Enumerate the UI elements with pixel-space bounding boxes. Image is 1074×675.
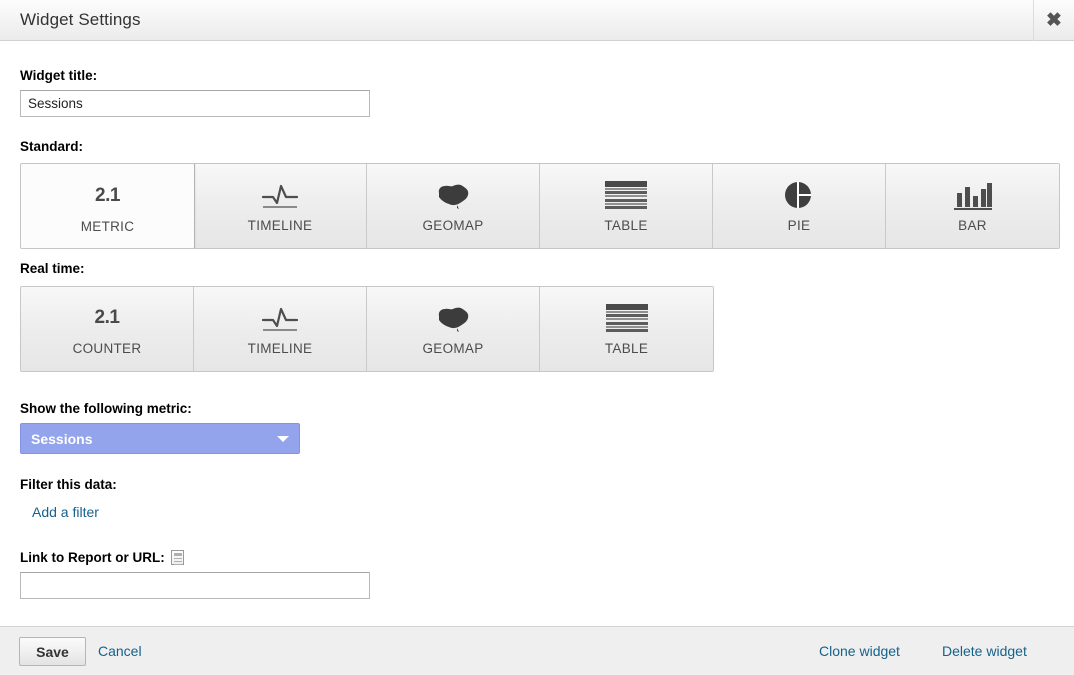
widget-type-table-button[interactable]: TABLE <box>540 287 713 371</box>
standard-section-label: Standard: <box>20 139 84 154</box>
link-to-report-row: Link to Report or URL: <box>20 549 184 567</box>
widget-type-pie-button[interactable]: PIE <box>713 164 886 248</box>
metric-number-glyph: 2.1 <box>95 185 120 206</box>
number-2-1-icon: 2.1 <box>95 179 120 213</box>
table-grid-icon <box>605 301 648 335</box>
widget-type-timeline-button[interactable]: TIMELINE <box>194 164 367 248</box>
widget-type-label: TABLE <box>604 341 649 356</box>
save-button[interactable]: Save <box>19 637 86 666</box>
dialog-title: Widget Settings <box>20 10 141 29</box>
widget-type-label: TABLE <box>604 218 648 233</box>
link-to-report-label: Link to Report or URL: <box>20 550 165 565</box>
line-chart-icon <box>259 178 301 212</box>
metric-select-label: Show the following metric: <box>20 401 192 416</box>
bar-chart-icon <box>953 178 993 212</box>
widget-type-label: BAR <box>958 218 987 233</box>
widget-type-label: COUNTER <box>72 341 142 356</box>
widget-type-label: GEOMAP <box>422 218 484 233</box>
australia-map-icon <box>431 178 475 212</box>
dialog-footer: Save Cancel Clone widget Delete widget <box>0 626 1074 675</box>
australia-map-icon <box>431 301 475 335</box>
widget-type-label: METRIC <box>80 219 135 234</box>
widget-type-label: TIMELINE <box>247 341 313 356</box>
filter-section-label: Filter this data: <box>20 477 117 492</box>
cancel-link[interactable]: Cancel <box>98 643 142 659</box>
number-2-1-icon: 2.1 <box>95 301 120 335</box>
table-grid-icon <box>605 178 647 212</box>
pie-chart-icon <box>781 178 817 212</box>
metric-number-glyph: 2.1 <box>94 307 120 328</box>
report-document-icon[interactable] <box>170 550 184 565</box>
realtime-widget-type-group: 2.1 COUNTER TIMELINE GEOMAP TABLE <box>20 286 714 372</box>
chevron-down-icon <box>277 435 289 442</box>
widget-type-counter-button[interactable]: 2.1 COUNTER <box>21 287 194 371</box>
realtime-section-label: Real time: <box>20 261 85 276</box>
widget-type-geomap-button[interactable]: GEOMAP <box>367 164 540 248</box>
dialog-body: Widget title: Standard: 2.1 METRIC TIMELIN… <box>0 41 1074 626</box>
link-to-report-input[interactable] <box>20 572 370 599</box>
standard-widget-type-group: 2.1 METRIC TIMELINE GEOMAP TABLE PIE BAR <box>20 163 1060 249</box>
metric-select-value: Sessions <box>31 430 93 447</box>
widget-title-label: Widget title: <box>20 68 98 83</box>
widget-type-bar-button[interactable]: BAR <box>886 164 1059 248</box>
widget-type-label: PIE <box>787 218 811 233</box>
widget-type-timeline-button[interactable]: TIMELINE <box>194 287 367 371</box>
widget-type-label: GEOMAP <box>422 341 484 356</box>
widget-type-geomap-button[interactable]: GEOMAP <box>367 287 540 371</box>
widget-title-input[interactable] <box>20 90 370 117</box>
delete-widget-link[interactable]: Delete widget <box>942 643 1027 659</box>
widget-type-metric-button[interactable]: 2.1 METRIC <box>21 164 195 248</box>
close-icon[interactable]: ✖ <box>1034 0 1074 41</box>
widget-type-label: TIMELINE <box>247 218 313 233</box>
add-filter-link[interactable]: Add a filter <box>32 504 99 520</box>
clone-widget-link[interactable]: Clone widget <box>819 643 900 659</box>
metric-select[interactable]: Sessions <box>20 423 300 454</box>
widget-type-table-button[interactable]: TABLE <box>540 164 713 248</box>
dialog-titlebar: Widget Settings ✖ <box>0 0 1074 41</box>
line-chart-icon <box>259 301 301 335</box>
